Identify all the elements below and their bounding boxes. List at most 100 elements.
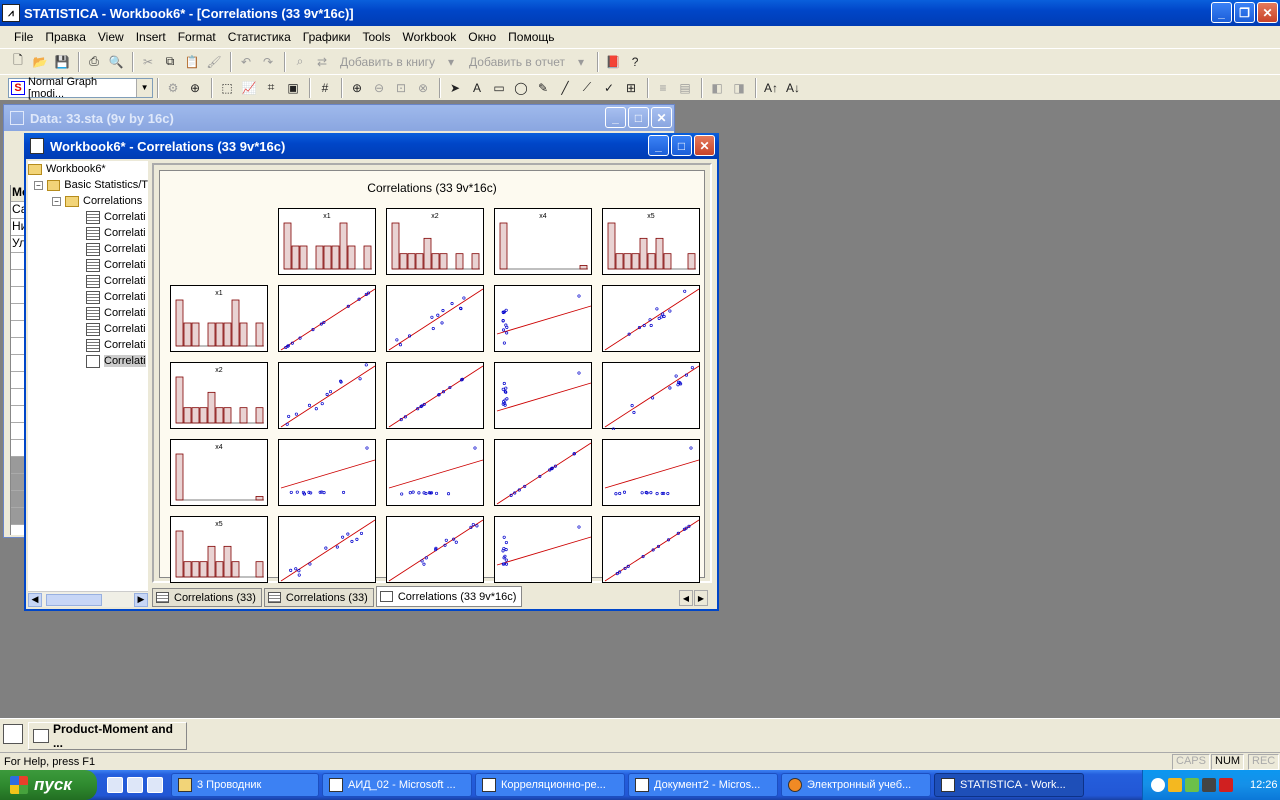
- zoom-out-icon[interactable]: ⊖: [369, 78, 389, 98]
- taskbar-button-word-2[interactable]: Корреляционно-ре...: [475, 773, 625, 797]
- tree-item[interactable]: Correlati: [28, 225, 148, 241]
- select-icon[interactable]: ⬚: [217, 78, 237, 98]
- tray-monitor-icon[interactable]: [1202, 778, 1216, 792]
- close-button[interactable]: ✕: [694, 135, 715, 156]
- tree-item[interactable]: Correlati: [28, 289, 148, 305]
- correlation-matrix-plot[interactable]: Correlations (33 9v*16c) x1 x2 x4 x5 x1 x2 x4 x…: [159, 170, 705, 583]
- zoom-window-icon[interactable]: ⊡: [391, 78, 411, 98]
- copy-icon[interactable]: ⧉: [160, 52, 180, 72]
- align-icon[interactable]: ≡: [653, 78, 673, 98]
- pointer-icon[interactable]: ➤: [445, 78, 465, 98]
- tree-item[interactable]: Correlati: [28, 257, 148, 273]
- scatter-cell-x5-x2[interactable]: [386, 516, 484, 583]
- menu-view[interactable]: View: [92, 30, 130, 44]
- scatter-cell-x5-x4[interactable]: [494, 516, 592, 583]
- bring-front-icon[interactable]: ◧: [707, 78, 727, 98]
- collapse-icon[interactable]: −: [34, 180, 43, 190]
- scroll-right-icon[interactable]: ▶: [134, 592, 148, 607]
- collapse-icon[interactable]: −: [52, 196, 61, 206]
- font-decrease-icon[interactable]: A↓: [783, 78, 803, 98]
- menu-help[interactable]: Помощь: [502, 30, 560, 44]
- close-button[interactable]: ✕: [651, 107, 672, 128]
- taskbar-button-word-3[interactable]: Документ2 - Micros...: [628, 773, 778, 797]
- ie-icon[interactable]: [107, 777, 123, 793]
- zoom-in-icon[interactable]: ⊕: [347, 78, 367, 98]
- new-icon[interactable]: 🗋: [8, 52, 28, 72]
- menu-format[interactable]: Format: [172, 30, 222, 44]
- histogram-cell-x5[interactable]: x5: [170, 516, 268, 583]
- tree-item-selected[interactable]: Correlati: [28, 353, 148, 369]
- tree-item[interactable]: Correlati: [28, 273, 148, 289]
- scatter-cell-x4-x5[interactable]: [602, 439, 700, 506]
- histogram-cell-x5[interactable]: x5: [602, 208, 700, 275]
- scatter-cell-x2-x2[interactable]: [386, 362, 484, 429]
- scatter-cell-x1-x5[interactable]: [602, 285, 700, 352]
- scatter-cell-x2-x5[interactable]: [602, 362, 700, 430]
- scroll-left-icon[interactable]: ◀: [28, 592, 42, 607]
- arrow-tool-icon[interactable]: ✓: [599, 78, 619, 98]
- scatter-cell-x5-x1[interactable]: [278, 516, 376, 583]
- maximize-button[interactable]: □: [671, 135, 692, 156]
- chevron-down-icon[interactable]: ▾: [441, 52, 461, 72]
- menu-statistics[interactable]: Статистика: [222, 30, 297, 44]
- tree-item[interactable]: Correlati: [28, 337, 148, 353]
- taskbar-button-statistica[interactable]: STATISTICA - Work...: [934, 773, 1084, 797]
- restore-button[interactable]: ❐: [1234, 2, 1255, 23]
- start-button[interactable]: пуск: [0, 770, 97, 800]
- workbook-window[interactable]: Workbook6* - Correlations (33 9v*16c) _ …: [24, 133, 719, 611]
- text-tool-icon[interactable]: A: [467, 78, 487, 98]
- graph-options-icon[interactable]: ⚙: [163, 78, 183, 98]
- grid-icon[interactable]: #: [315, 78, 335, 98]
- tab-correlations-2[interactable]: Correlations (33): [263, 588, 374, 607]
- embed-icon[interactable]: ⊞: [621, 78, 641, 98]
- histogram-cell-x2[interactable]: x2: [386, 208, 484, 275]
- ellipse-tool-icon[interactable]: ◯: [511, 78, 531, 98]
- chevron-down-icon[interactable]: ▾: [571, 52, 591, 72]
- replace-icon[interactable]: ⇄: [312, 52, 332, 72]
- menu-window[interactable]: Окно: [462, 30, 502, 44]
- zoom-icon[interactable]: ⊕: [185, 78, 205, 98]
- rectangle-tool-icon[interactable]: ▭: [489, 78, 509, 98]
- plot-icon[interactable]: ▣: [283, 78, 303, 98]
- tray-network-icon[interactable]: [1185, 778, 1199, 792]
- menu-edit[interactable]: Правка: [39, 30, 92, 44]
- menu-file[interactable]: File: [8, 30, 39, 44]
- tab-correlations-graph[interactable]: Correlations (33 9v*16c): [375, 586, 523, 607]
- tree-item[interactable]: Correlati: [28, 241, 148, 257]
- tree-root[interactable]: Workbook6*: [28, 161, 148, 177]
- format-painter-icon[interactable]: 🖌: [204, 52, 224, 72]
- scatter-cell-x5-x5[interactable]: [602, 516, 700, 583]
- graph-type-select[interactable]: S Normal Graph [modi... ▼: [8, 76, 153, 100]
- paste-icon[interactable]: 📋: [182, 52, 202, 72]
- binoculars-icon[interactable]: ⌕: [290, 52, 310, 72]
- book-icon[interactable]: 📕: [603, 52, 623, 72]
- scatter-cell-x4-x1[interactable]: [278, 439, 376, 506]
- tree-item[interactable]: Correlati: [28, 321, 148, 337]
- word-icon[interactable]: [127, 777, 143, 793]
- taskbar-button-word-1[interactable]: АИД_02 - Microsoft ...: [322, 773, 472, 797]
- tree-group[interactable]: − Basic Statistics/T: [28, 177, 148, 193]
- statistica-app-icon[interactable]: [3, 724, 23, 744]
- histogram-cell-x4[interactable]: x4: [494, 208, 592, 275]
- print-preview-icon[interactable]: 🔍: [106, 52, 126, 72]
- save-icon[interactable]: 💾: [52, 52, 72, 72]
- explorer-icon[interactable]: [147, 777, 163, 793]
- tray-app-icon[interactable]: [1168, 778, 1182, 792]
- zoom-reset-icon[interactable]: ⊗: [413, 78, 433, 98]
- open-icon[interactable]: 📂: [30, 52, 50, 72]
- polyline-tool-icon[interactable]: ⟋: [577, 78, 597, 98]
- scatter-cell-x2-x1[interactable]: [278, 362, 376, 429]
- tab-scroll-left-icon[interactable]: ◀: [679, 590, 693, 606]
- workbook-title-bar[interactable]: Workbook6* - Correlations (33 9v*16c) _ …: [24, 133, 719, 159]
- context-help-icon[interactable]: ?: [625, 52, 645, 72]
- data-window-title-bar[interactable]: Data: 33.sta (9v by 16c) _ □ ✕: [4, 105, 674, 131]
- graph-pane[interactable]: Correlations (33 9v*16c) x1 x2 x4 x5 x1 x2 x4 x…: [152, 163, 712, 583]
- print-icon[interactable]: ⎙: [84, 52, 104, 72]
- scatter-cell-x1-x1[interactable]: [278, 285, 376, 352]
- scatter-cell-x2-x4[interactable]: [494, 362, 592, 429]
- cut-icon[interactable]: ✂: [138, 52, 158, 72]
- scroll-thumb[interactable]: [46, 593, 102, 606]
- maximize-button[interactable]: □: [628, 107, 649, 128]
- tree-horizontal-scrollbar[interactable]: ◀ ▶: [28, 591, 148, 607]
- marker-tool-icon[interactable]: ✎: [533, 78, 553, 98]
